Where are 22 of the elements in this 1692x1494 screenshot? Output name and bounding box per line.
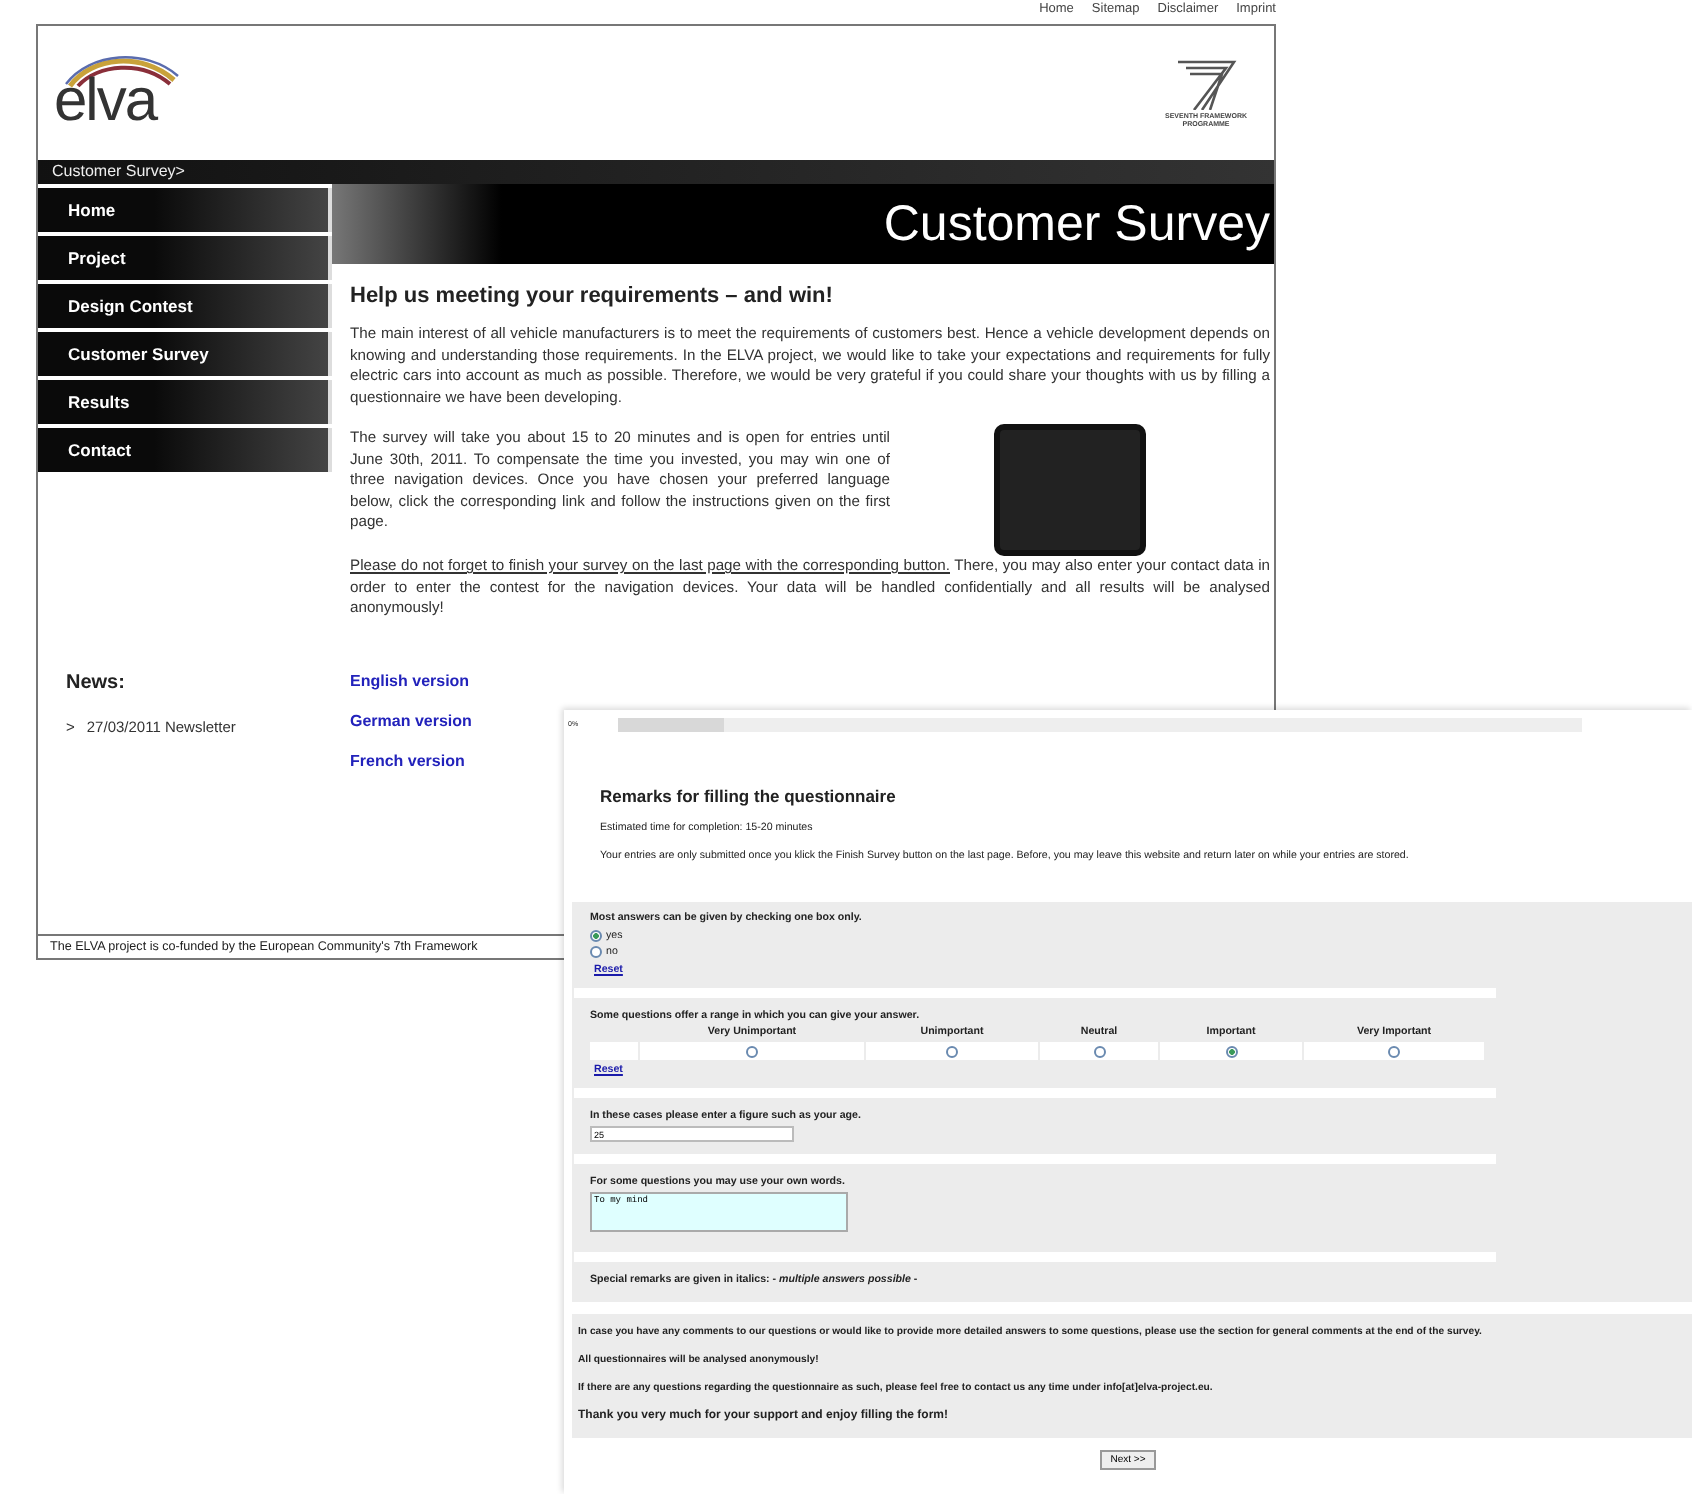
nav-item[interactable]: Home (38, 188, 332, 232)
radio-button[interactable] (946, 1045, 958, 1057)
radio-button[interactable] (746, 1045, 758, 1057)
nav-item[interactable]: Customer Survey (38, 332, 332, 376)
heading: Help us meeting your requirements – and win! (350, 284, 835, 308)
radio-button[interactable] (1225, 1045, 1237, 1057)
banner-title: Customer Survey (883, 195, 1270, 253)
nav-item[interactable]: Project (38, 236, 332, 280)
language-link[interactable]: French version (350, 751, 465, 769)
news-heading: News: (64, 672, 127, 694)
nav-item[interactable]: Results (38, 380, 332, 424)
nav-item[interactable]: Design Contest (38, 284, 332, 328)
radio-button[interactable] (590, 930, 602, 942)
radio-button[interactable] (1388, 1045, 1400, 1057)
radio-button[interactable] (590, 946, 602, 958)
questionnaire-title: Remarks for filling the questionnaire (600, 786, 898, 806)
breadcrumb: Customer Survey> (52, 162, 185, 180)
radio-button[interactable] (1093, 1045, 1105, 1057)
language-link[interactable]: English version (350, 671, 470, 689)
nav-item[interactable]: Contact (38, 428, 332, 472)
language-link[interactable]: German version (350, 711, 472, 729)
logo-text: elva (54, 71, 157, 131)
